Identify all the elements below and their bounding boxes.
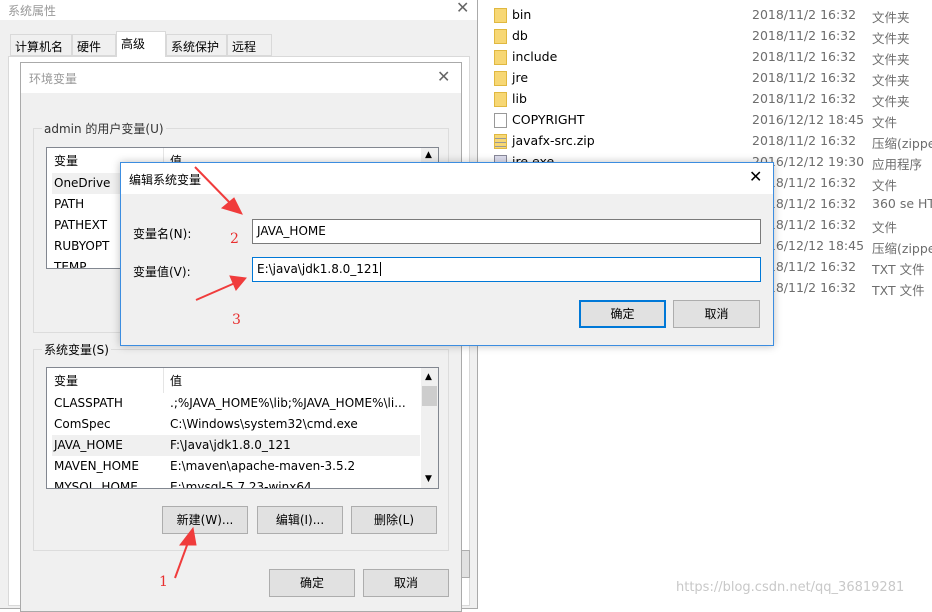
annotation-arrows [174,166,247,579]
arrow-1-head [178,526,197,546]
arrow-2-head [220,197,243,215]
arrow-2 [194,166,233,206]
annotation-3: 3 [232,312,241,328]
annotation-1: 1 [159,574,168,590]
arrow-3-head [229,275,247,291]
watermark: https://blog.csdn.net/qq_36819281 [676,580,905,595]
tab-2[interactable]: 高级 [116,31,166,57]
arrow-3 [195,282,236,301]
annotation-2: 2 [230,231,239,247]
